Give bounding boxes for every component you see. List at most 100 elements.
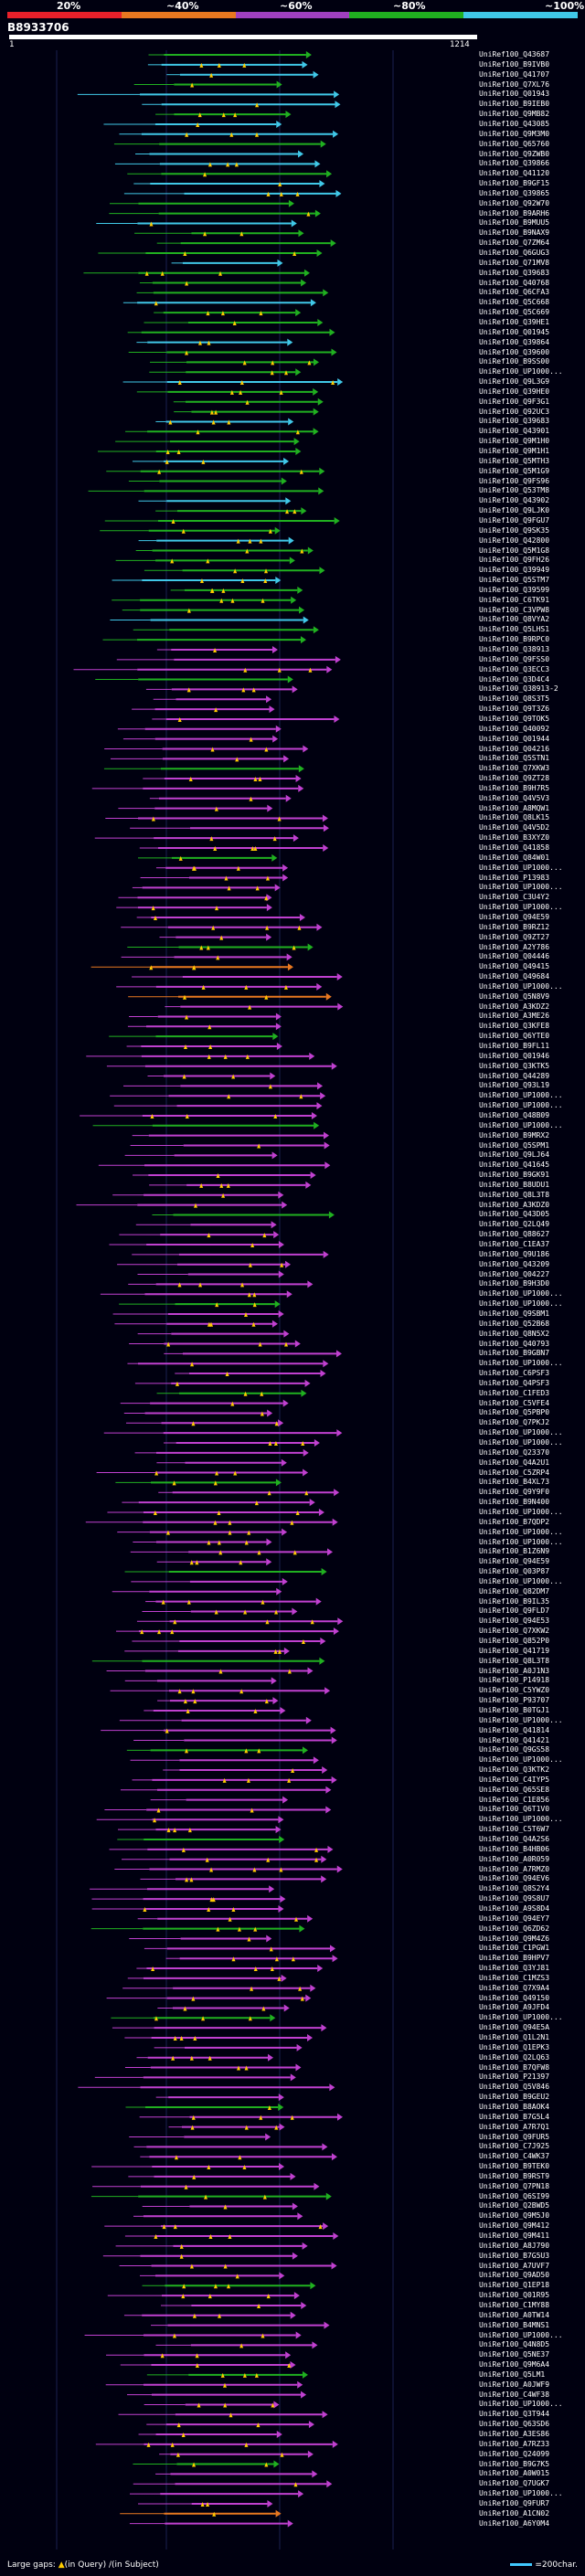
hit-label[interactable]: UniRef100_UP1000...: [479, 1538, 563, 1547]
hit-label[interactable]: UniRef100_A9S8D4: [479, 1904, 549, 1913]
hit-label[interactable]: UniRef100_Q53TM8: [479, 486, 549, 495]
hit-label[interactable]: UniRef100_Q01R95: [479, 2291, 549, 2300]
hit-label[interactable]: UniRef100_Q40793: [479, 1340, 549, 1349]
hit-label[interactable]: UniRef100_Q9FGU7: [479, 516, 549, 525]
hit-label[interactable]: UniRef100_Q93L19: [479, 1081, 549, 1090]
hit-label[interactable]: UniRef100_A3ME26: [479, 1012, 549, 1021]
hit-label[interactable]: UniRef100_Q9M411: [479, 2231, 549, 2241]
hit-label[interactable]: UniRef100_Q71MV8: [479, 259, 549, 268]
hit-label[interactable]: UniRef100_B9TEK0: [479, 2162, 549, 2171]
hit-label[interactable]: UniRef100_UP1000...: [479, 883, 563, 892]
hit-label[interactable]: UniRef100_B9H7R5: [479, 784, 549, 793]
hit-label[interactable]: UniRef100_Q94E59: [479, 1557, 549, 1566]
hit-label[interactable]: UniRef100_Q03P87: [479, 1567, 549, 1576]
hit-label[interactable]: UniRef100_C1EA37: [479, 1240, 549, 1249]
hit-label[interactable]: UniRef100_B7G5L4: [479, 2113, 549, 2122]
hit-label[interactable]: UniRef100_B9NAX9: [479, 228, 549, 238]
hit-label[interactable]: UniRef100_Q40768: [479, 279, 549, 288]
hit-label[interactable]: UniRef100_Q82DM7: [479, 1587, 549, 1596]
hit-label[interactable]: UniRef100_Q9M4Z6: [479, 1935, 549, 1944]
hit-label[interactable]: UniRef100_B9FL11: [479, 1042, 549, 1051]
hit-label[interactable]: UniRef100_Q42800: [479, 536, 549, 546]
hit-label[interactable]: UniRef100_Q4V5D2: [479, 823, 549, 832]
hit-label[interactable]: UniRef100_B9IVB0: [479, 60, 549, 69]
hit-label[interactable]: UniRef100_Q41858: [479, 843, 549, 853]
hit-label[interactable]: UniRef100_Q39HE0: [479, 387, 549, 397]
hit-label[interactable]: UniRef100_Q5STN1: [479, 754, 549, 763]
hit-label[interactable]: UniRef100_A0R059: [479, 1855, 549, 1864]
hit-label[interactable]: UniRef100_UP1000...: [479, 1577, 563, 1586]
hit-label[interactable]: UniRef100_Q39866: [479, 159, 549, 168]
hit-label[interactable]: UniRef100_Q48B09: [479, 1111, 549, 1120]
hit-label[interactable]: UniRef100_P13983: [479, 874, 549, 883]
hit-label[interactable]: UniRef100_C7J925: [479, 2142, 549, 2151]
hit-label[interactable]: UniRef100_Q3KFE8: [479, 1022, 549, 1031]
hit-label[interactable]: UniRef100_UP1000...: [479, 1091, 563, 1100]
hit-label[interactable]: UniRef100_A9JFD4: [479, 2003, 549, 2012]
hit-label[interactable]: UniRef100_Q3YJ81: [479, 1964, 549, 1973]
hit-label[interactable]: UniRef100_Q84W01: [479, 853, 549, 863]
hit-label[interactable]: UniRef100_A8J790: [479, 2242, 549, 2251]
hit-label[interactable]: UniRef100_Q1L2N1: [479, 2033, 549, 2042]
hit-label[interactable]: UniRef100_Q5N8V9: [479, 992, 549, 1002]
hit-label[interactable]: UniRef100_B7QFW8: [479, 2063, 549, 2072]
hit-label[interactable]: UniRef100_Q7ZM64: [479, 239, 549, 248]
hit-label[interactable]: UniRef100_UP1000...: [479, 2013, 563, 2022]
hit-label[interactable]: UniRef100_B9GK91: [479, 1171, 549, 1180]
hit-label[interactable]: UniRef100_Q4PSF3: [479, 1379, 549, 1388]
hit-label[interactable]: UniRef100_Q01943: [479, 90, 549, 99]
hit-label[interactable]: UniRef100_A7UVF7: [479, 2262, 549, 2271]
hit-label[interactable]: UniRef100_A0J1N3: [479, 1667, 549, 1676]
hit-label[interactable]: UniRef100_Q9M412: [479, 2221, 549, 2231]
hit-label[interactable]: UniRef100_B9GBN7: [479, 1349, 549, 1358]
hit-label[interactable]: UniRef100_Q43902: [479, 496, 549, 505]
hit-label[interactable]: UniRef100_Q9ZT28: [479, 774, 549, 783]
hit-label[interactable]: UniRef100_Q5M1G8: [479, 546, 549, 556]
hit-label[interactable]: UniRef100_Q44289: [479, 1072, 549, 1081]
hit-label[interactable]: UniRef100_B8AOK4: [479, 2103, 549, 2112]
hit-label[interactable]: UniRef100_Q43687: [479, 50, 549, 59]
hit-label[interactable]: UniRef100_Q852P0: [479, 1637, 549, 1646]
hit-label[interactable]: UniRef100_Q3KTK2: [479, 1765, 549, 1775]
hit-label[interactable]: UniRef100_Q40092: [479, 725, 549, 734]
hit-label[interactable]: UniRef100_Q94E5A: [479, 2023, 549, 2032]
hit-label[interactable]: UniRef100_B9MUU5: [479, 218, 549, 228]
hit-label[interactable]: UniRef100_C5YWZ0: [479, 1686, 549, 1695]
hit-label[interactable]: UniRef100_Q38913-2: [479, 684, 558, 694]
hit-label[interactable]: UniRef100_Q5MTH3: [479, 457, 549, 466]
hit-label[interactable]: UniRef100_Q41120: [479, 169, 549, 178]
hit-label[interactable]: UniRef100_B4HB06: [479, 1845, 549, 1854]
hit-label[interactable]: UniRef100_Q9FUR5: [479, 2133, 549, 2142]
hit-label[interactable]: UniRef100_P14918: [479, 1676, 549, 1685]
hit-label[interactable]: UniRef100_B9RPC0: [479, 635, 549, 644]
hit-label[interactable]: UniRef100_B8UDU1: [479, 1181, 549, 1190]
hit-label[interactable]: UniRef100_Q9T3Z6: [479, 705, 549, 714]
hit-label[interactable]: UniRef100_Q8S3T5: [479, 694, 549, 704]
hit-label[interactable]: UniRef100_UP1000...: [479, 1428, 563, 1437]
hit-label[interactable]: UniRef100_Q5NE37: [479, 2350, 549, 2359]
hit-label[interactable]: UniRef100_Q88627: [479, 1230, 549, 1239]
hit-label[interactable]: UniRef100_UP1000...: [479, 982, 563, 991]
hit-label[interactable]: UniRef100_B9IEB0: [479, 100, 549, 109]
hit-label[interactable]: UniRef100_C1FED3: [479, 1389, 549, 1398]
hit-label[interactable]: UniRef100_UP1000...: [479, 1289, 563, 1299]
hit-label[interactable]: UniRef100_Q41645: [479, 1161, 549, 1170]
hit-label[interactable]: UniRef100_Q8S2Y4: [479, 1884, 549, 1893]
hit-label[interactable]: UniRef100_B9GF15: [479, 179, 549, 188]
hit-label[interactable]: UniRef100_Q7XL76: [479, 80, 549, 90]
hit-label[interactable]: UniRef100_Q39864: [479, 338, 549, 347]
hit-label[interactable]: UniRef100_Q41421: [479, 1736, 549, 1745]
hit-label[interactable]: UniRef100_Q01944: [479, 735, 549, 744]
hit-label[interactable]: UniRef100_A2Y786: [479, 943, 549, 952]
hit-label[interactable]: UniRef100_Q5M1G9: [479, 467, 549, 476]
hit-label[interactable]: UniRef100_A3KDZ2: [479, 1002, 549, 1012]
hit-label[interactable]: UniRef100_Q9LJ64: [479, 1150, 549, 1160]
hit-label[interactable]: UniRef100_Q63SD6: [479, 2420, 549, 2429]
hit-label[interactable]: UniRef100_Q7UGK7: [479, 2479, 549, 2488]
hit-label[interactable]: UniRef100_Q9FH26: [479, 556, 549, 565]
hit-label[interactable]: UniRef100_C4WK37: [479, 2152, 549, 2161]
hit-label[interactable]: UniRef100_Q49684: [479, 972, 549, 981]
hit-label[interactable]: UniRef100_Q39600: [479, 348, 549, 357]
hit-label[interactable]: UniRef100_Q41814: [479, 1726, 549, 1735]
hit-label[interactable]: UniRef100_Q49150: [479, 1994, 549, 2003]
